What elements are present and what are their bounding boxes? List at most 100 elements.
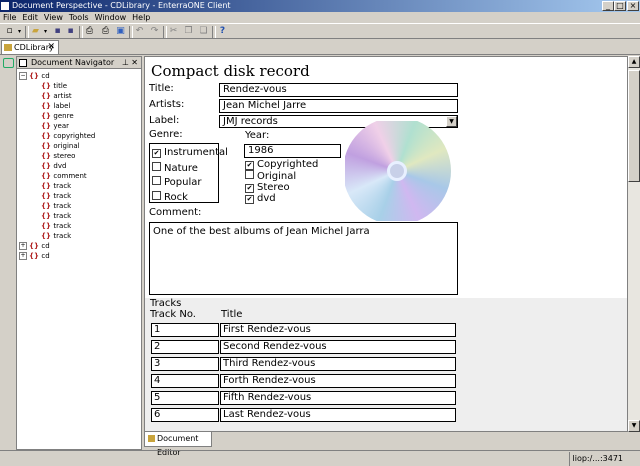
- checkbox-icon[interactable]: [245, 194, 254, 204]
- genre-option-label: Rock: [164, 191, 188, 203]
- genre-checkbox[interactable]: Popular: [152, 176, 202, 188]
- genre-list: Instrumental Nature Popular Rock: [149, 143, 228, 203]
- window-title-bar[interactable]: Document Perspective - CDLibrary - Enter…: [0, 0, 640, 12]
- tree-node[interactable]: {} year: [41, 121, 69, 131]
- checkbox-icon[interactable]: [152, 149, 161, 158]
- track-title-field[interactable]: Forth Rendez-vous: [220, 374, 456, 388]
- menu-help[interactable]: Help: [129, 12, 153, 23]
- vertical-scrollbar[interactable]: ▲ ▼: [628, 56, 640, 432]
- pin-icon[interactable]: ⊥: [122, 57, 129, 69]
- menu-view[interactable]: View: [41, 12, 66, 23]
- scroll-up-icon[interactable]: ▲: [628, 56, 640, 68]
- track-title-header: Title: [221, 309, 243, 320]
- tree-node[interactable]: +{} cd: [19, 251, 50, 261]
- tree-node[interactable]: +{} cd: [19, 241, 50, 251]
- close-tab-icon[interactable]: ✕: [47, 41, 55, 54]
- genre-option-label: Popular: [164, 177, 202, 188]
- tree-node[interactable]: {} dvd: [41, 161, 66, 171]
- genre-checkbox[interactable]: Rock: [152, 190, 188, 203]
- maximize-button[interactable]: □: [614, 1, 626, 11]
- tree-node[interactable]: {} copyrighted: [41, 131, 95, 141]
- flag-checkbox[interactable]: Original: [245, 170, 296, 182]
- track-no-header: Track No.: [150, 309, 196, 320]
- genre-checkbox[interactable]: Instrumental: [152, 147, 228, 158]
- tree-node[interactable]: {} label: [41, 101, 70, 111]
- new-icon[interactable]: ▫: [4, 26, 15, 37]
- scroll-thumb[interactable]: [628, 70, 640, 182]
- form-heading: Compact disk record: [151, 62, 310, 80]
- tree-node[interactable]: {} title: [41, 81, 67, 91]
- artists-field[interactable]: Jean Michel Jarre: [219, 99, 458, 113]
- tree-node[interactable]: −{} cd: [19, 71, 50, 81]
- tree-node[interactable]: {} track: [41, 221, 71, 231]
- collapse-icon[interactable]: −: [19, 72, 27, 80]
- track-number-field[interactable]: 1: [151, 323, 219, 337]
- minimize-button[interactable]: _: [602, 1, 614, 11]
- paste-icon[interactable]: ❏: [198, 26, 209, 37]
- track-number-field[interactable]: 4: [151, 374, 219, 388]
- tab-document-editor[interactable]: Document Editor: [144, 432, 212, 457]
- menu-file[interactable]: File: [0, 12, 19, 23]
- flag-checkbox[interactable]: Stereo: [245, 182, 290, 193]
- genre-label: Genre:: [149, 129, 183, 140]
- checkbox-icon[interactable]: [245, 161, 254, 170]
- tree-node[interactable]: {} stereo: [41, 151, 75, 161]
- checkbox-icon[interactable]: [152, 176, 161, 185]
- expand-icon[interactable]: +: [19, 242, 27, 250]
- expand-icon[interactable]: +: [19, 252, 27, 260]
- tree-node-label: label: [53, 102, 71, 110]
- genre-checkbox[interactable]: Nature: [152, 161, 198, 174]
- close-panel-icon[interactable]: ✕: [131, 57, 138, 69]
- scroll-down-icon[interactable]: ▼: [628, 420, 640, 432]
- track-number-field[interactable]: 5: [151, 391, 219, 405]
- checkbox-icon[interactable]: [245, 170, 254, 180]
- track-number-field[interactable]: 2: [151, 340, 219, 354]
- tree-node[interactable]: {} genre: [41, 111, 74, 121]
- checkbox-icon[interactable]: [152, 190, 161, 200]
- title-field[interactable]: Rendez-vous: [219, 83, 458, 97]
- editor-icon: [148, 435, 155, 442]
- copy-icon[interactable]: ❐: [183, 26, 194, 37]
- menu-window[interactable]: Window: [92, 12, 130, 23]
- checkbox-icon[interactable]: [245, 183, 254, 193]
- comment-field[interactable]: One of the best albums of Jean Michel Ja…: [149, 222, 458, 295]
- new-dropdown-icon[interactable]: ▾: [16, 26, 23, 37]
- track-number-field[interactable]: 6: [151, 408, 219, 422]
- print-preview-icon[interactable]: ⎙: [100, 26, 111, 37]
- print-icon[interactable]: ⎙: [84, 26, 95, 37]
- tree-node[interactable]: {} original: [41, 141, 80, 151]
- checkbox-icon[interactable]: [152, 161, 161, 171]
- export-icon[interactable]: ▣: [115, 26, 126, 37]
- tree-node[interactable]: {} track: [41, 201, 71, 211]
- flag-checkbox[interactable]: dvd: [245, 193, 276, 204]
- tree-node[interactable]: {} artist: [41, 91, 72, 101]
- undo-icon[interactable]: ↶: [134, 26, 145, 37]
- redo-icon[interactable]: ↷: [149, 26, 160, 37]
- tree-node[interactable]: {} track: [41, 211, 71, 221]
- tree-node[interactable]: {} track: [41, 231, 71, 241]
- close-window-button[interactable]: ×: [627, 1, 639, 11]
- track-title-field[interactable]: Third Rendez-vous: [220, 357, 456, 371]
- help-icon[interactable]: ?: [217, 26, 228, 37]
- save-icon[interactable]: ▪: [52, 26, 63, 37]
- cut-icon[interactable]: ✂: [168, 26, 179, 37]
- track-title-field[interactable]: Fifth Rendez-vous: [220, 391, 456, 405]
- element-icon: {}: [41, 92, 54, 100]
- tree-node[interactable]: {} track: [41, 181, 71, 191]
- track-number-field[interactable]: 3: [151, 357, 219, 371]
- tracks-section: Tracks Track No. Title 1 First Rendez-vou…: [145, 298, 627, 431]
- track-title-field[interactable]: Second Rendez-vous: [220, 340, 456, 354]
- open-icon[interactable]: ▰: [30, 26, 41, 37]
- open-dropdown-icon[interactable]: ▾: [42, 26, 49, 37]
- save-all-icon[interactable]: ▪: [65, 26, 76, 37]
- navigator-view-icon[interactable]: [3, 58, 14, 68]
- flag-checkbox[interactable]: Copyrighted: [245, 159, 318, 170]
- tab-cdlibrary[interactable]: CDLibrary ✕: [1, 40, 59, 54]
- tree-node[interactable]: {} track: [41, 191, 71, 201]
- year-field[interactable]: 1986: [244, 144, 341, 158]
- track-title-field[interactable]: First Rendez-vous: [220, 323, 456, 337]
- menu-tools[interactable]: Tools: [66, 12, 92, 23]
- menu-edit[interactable]: Edit: [19, 12, 41, 23]
- tree-node[interactable]: {} comment: [41, 171, 87, 181]
- track-title-field[interactable]: Last Rendez-vous: [220, 408, 456, 422]
